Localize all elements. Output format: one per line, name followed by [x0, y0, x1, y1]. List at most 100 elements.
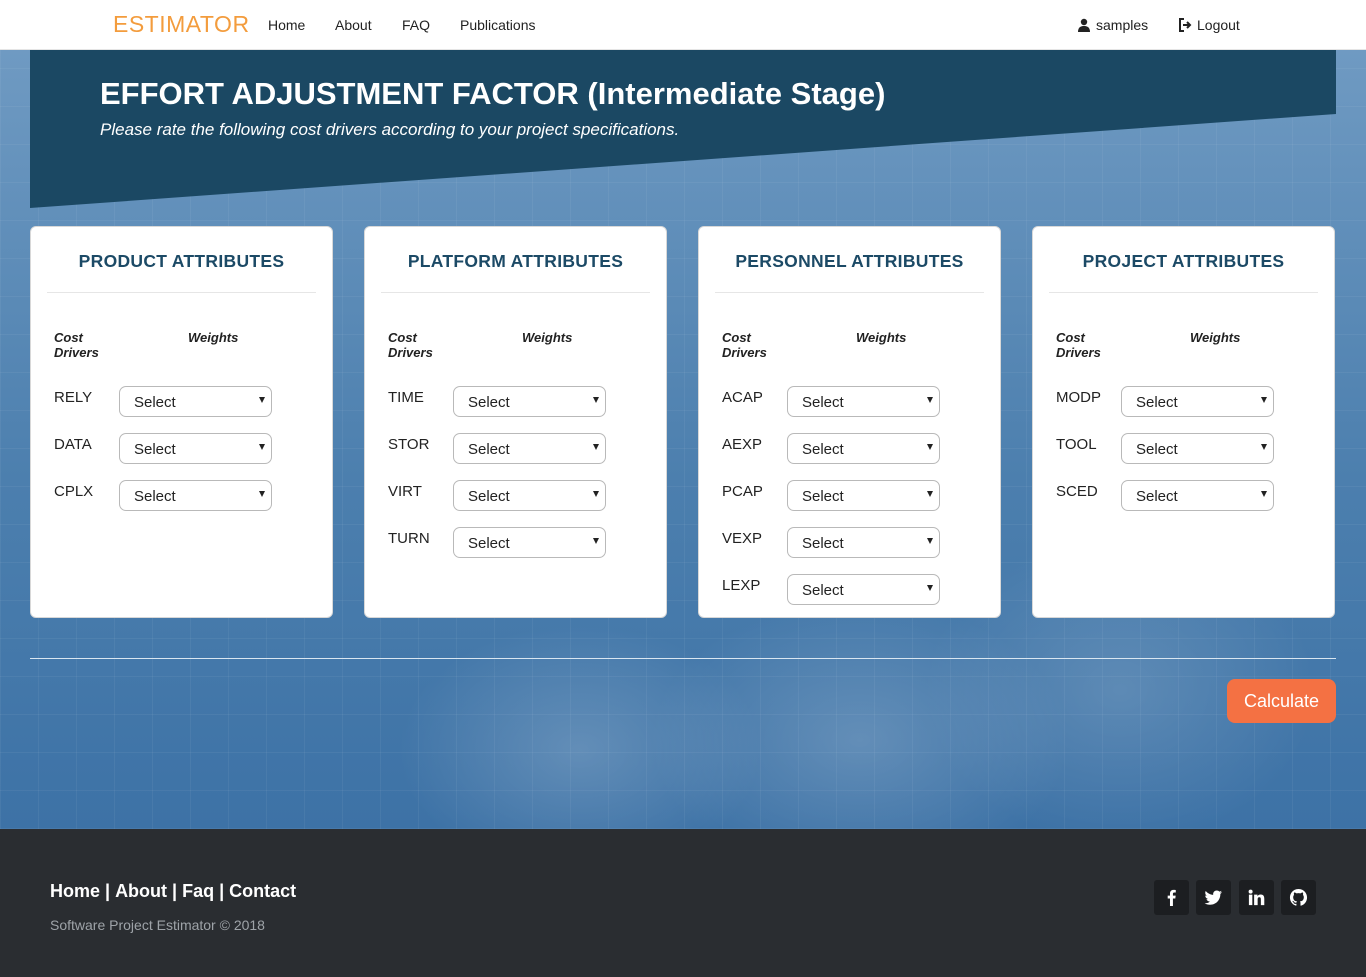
weights-header: Weights: [522, 330, 573, 345]
caret-down-icon: [927, 585, 933, 591]
logout-label: Logout: [1197, 17, 1240, 33]
footer-separator: |: [105, 881, 111, 901]
time-select[interactable]: Select: [453, 386, 606, 417]
select-value: Select: [468, 394, 510, 411]
card-platform-attributes: PLATFORM ATTRIBUTES Cost Drivers Weights…: [364, 226, 667, 618]
footer-link-contact[interactable]: Contact: [229, 881, 296, 901]
select-value: Select: [468, 488, 510, 505]
page-subtitle: Please rate the following cost drivers a…: [100, 120, 680, 139]
divider: [1049, 292, 1318, 293]
vexp-select[interactable]: Select: [787, 527, 940, 558]
select-value: Select: [134, 441, 176, 458]
footer-separator: |: [172, 881, 178, 901]
driver-label-turn: TURN: [388, 530, 430, 547]
section-divider: [30, 658, 1336, 659]
nav-faq[interactable]: FAQ: [402, 17, 430, 33]
driver-label-cplx: CPLX: [54, 483, 94, 500]
divider: [715, 292, 984, 293]
caret-down-icon: [1261, 397, 1267, 403]
user-icon: [1078, 18, 1090, 32]
card-title: PROJECT ATTRIBUTES: [1082, 251, 1285, 271]
driver-label-virt: VIRT: [388, 483, 422, 500]
footer: Home | About | Faq | Contact Software Project …: [0, 829, 1366, 977]
weights-header: Weights: [188, 330, 239, 345]
driver-label-lexp: LEXP: [722, 577, 761, 594]
driver-label-pcap: PCAP: [722, 483, 763, 500]
cplx-select[interactable]: Select: [119, 480, 272, 511]
caret-down-icon: [593, 491, 599, 497]
select-value: Select: [802, 441, 844, 458]
driver-label-aexp: AEXP: [722, 436, 763, 453]
sced-select[interactable]: Select: [1121, 480, 1274, 511]
weights-header: Weights: [1190, 330, 1241, 345]
rely-select[interactable]: Select: [119, 386, 272, 417]
navbar: ESTIMATOR Home About FAQ Publications sa…: [0, 0, 1366, 50]
driver-label-stor: STOR: [388, 436, 430, 453]
user-menu[interactable]: samples: [1077, 17, 1148, 33]
select-value: Select: [1136, 488, 1178, 505]
footer-link-home[interactable]: Home: [50, 881, 100, 901]
caret-down-icon: [259, 397, 265, 403]
driver-label-data: DATA: [54, 436, 92, 453]
page-title: EFFORT ADJUSTMENT FACTOR (Intermediate S…: [100, 76, 886, 111]
twitter-icon[interactable]: [1196, 880, 1231, 915]
caret-down-icon: [927, 491, 933, 497]
pcap-select[interactable]: Select: [787, 480, 940, 511]
nav-about[interactable]: About: [335, 17, 372, 33]
driver-label-modp: MODP: [1056, 389, 1101, 406]
caret-down-icon: [1261, 444, 1267, 450]
select-value: Select: [802, 535, 844, 552]
aexp-select[interactable]: Select: [787, 433, 940, 464]
linkedin-icon[interactable]: [1239, 880, 1274, 915]
facebook-icon[interactable]: [1154, 880, 1189, 915]
caret-down-icon: [927, 397, 933, 403]
footer-link-faq[interactable]: Faq: [182, 881, 214, 901]
lexp-select[interactable]: Select: [787, 574, 940, 605]
caret-down-icon: [593, 538, 599, 544]
cost-drivers-header: Cost Drivers: [54, 330, 99, 360]
copyright: Software Project Estimator © 2018: [50, 917, 265, 933]
divider: [47, 292, 316, 293]
data-select[interactable]: Select: [119, 433, 272, 464]
brand-logo[interactable]: ESTIMATOR: [113, 11, 250, 38]
select-value: Select: [1136, 394, 1178, 411]
select-value: Select: [802, 394, 844, 411]
nav-home[interactable]: Home: [268, 17, 305, 33]
footer-links: Home | About | Faq | Contact: [50, 881, 296, 902]
tool-select[interactable]: Select: [1121, 433, 1274, 464]
caret-down-icon: [1261, 491, 1267, 497]
select-value: Select: [468, 441, 510, 458]
driver-label-rely: RELY: [54, 389, 93, 406]
cost-drivers-header: Cost Drivers: [722, 330, 767, 360]
calculate-button[interactable]: Calculate: [1227, 679, 1336, 723]
select-value: Select: [1136, 441, 1178, 458]
card-title: PRODUCT ATTRIBUTES: [78, 251, 285, 271]
logout-icon: [1179, 18, 1192, 32]
cost-drivers-header: Cost Drivers: [1056, 330, 1101, 360]
footer-separator: |: [219, 881, 225, 901]
weights-header: Weights: [856, 330, 907, 345]
turn-select[interactable]: Select: [453, 527, 606, 558]
acap-select[interactable]: Select: [787, 386, 940, 417]
driver-label-sced: SCED: [1056, 483, 1098, 500]
card-personnel-attributes: PERSONNEL ATTRIBUTES Cost Drivers Weight…: [698, 226, 1001, 618]
virt-select[interactable]: Select: [453, 480, 606, 511]
caret-down-icon: [259, 444, 265, 450]
cost-drivers-header: Cost Drivers: [388, 330, 433, 360]
driver-label-tool: TOOL: [1056, 436, 1097, 453]
footer-link-about[interactable]: About: [115, 881, 167, 901]
select-value: Select: [802, 582, 844, 599]
github-icon[interactable]: [1281, 880, 1316, 915]
card-project-attributes: PROJECT ATTRIBUTES Cost Drivers Weights …: [1032, 226, 1335, 618]
select-value: Select: [134, 488, 176, 505]
caret-down-icon: [927, 444, 933, 450]
nav-publications[interactable]: Publications: [460, 17, 536, 33]
card-product-attributes: PRODUCT ATTRIBUTES Cost Drivers Weights …: [30, 226, 333, 618]
stor-select[interactable]: Select: [453, 433, 606, 464]
logout-link[interactable]: Logout: [1178, 17, 1240, 33]
modp-select[interactable]: Select: [1121, 386, 1274, 417]
card-title: PERSONNEL ATTRIBUTES: [735, 251, 964, 271]
divider: [381, 292, 650, 293]
driver-label-time: TIME: [388, 389, 424, 406]
username: samples: [1096, 17, 1149, 33]
